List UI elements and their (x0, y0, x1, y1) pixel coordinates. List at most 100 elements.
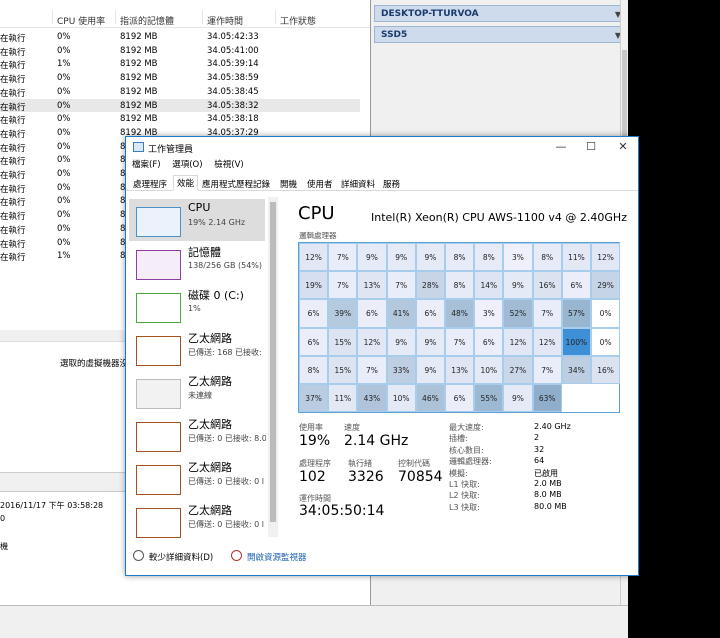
logical-processor-cell: 10% (474, 355, 504, 384)
logical-processor-cell: 33% (386, 355, 416, 384)
tab-details[interactable]: 詳細資料 (338, 177, 378, 191)
handles-value: 70854 (398, 469, 443, 485)
logical-processor-cell: 19% (299, 271, 329, 300)
menu-options[interactable]: 選項(O) (172, 160, 202, 170)
menu-file[interactable]: 檔案(F) (132, 160, 161, 170)
speed-label: 速度 (344, 423, 360, 432)
logical-processor-cell: 6% (357, 299, 387, 328)
info-value: 80.0 MB (534, 501, 567, 511)
logical-processor-cell: 55% (474, 384, 504, 413)
table-cell-cpu: 1% (57, 59, 71, 70)
logical-processor-cell: 16% (591, 355, 621, 384)
resource-subtext: 已傳送: 0 已接收: 8.0 (188, 434, 266, 443)
resource-item[interactable]: 乙太網路 未連線 (129, 371, 265, 413)
open-resource-monitor-link[interactable]: 開啟資源監視器 (247, 551, 307, 563)
table-cell-status: 在執行 (0, 225, 26, 236)
table-cell-cpu: 0% (57, 223, 71, 234)
usage-value: 19% (299, 433, 331, 449)
logical-processor-cell: 0% (591, 299, 621, 328)
logical-processor-cell: 63% (532, 384, 562, 413)
chevron-up-icon[interactable] (133, 550, 144, 561)
actions-vm-header[interactable]: SSD5 ▼ (374, 26, 627, 43)
table-row[interactable]: 在執行 0% 8192 MB 34.05:38:59 (0, 71, 360, 85)
logical-processor-cell: 12% (591, 243, 621, 272)
tab-users[interactable]: 使用者 (304, 177, 336, 191)
logical-processor-cell: 7% (532, 355, 562, 384)
table-row[interactable]: 在執行 0% 8192 MB 34.05:42:33 (0, 30, 360, 44)
info-label: L3 快取: (449, 502, 480, 512)
info-value: 2 (534, 433, 540, 443)
processes-label: 處理程序 (299, 459, 331, 468)
fewer-details-button[interactable]: 較少詳細資料(D) (149, 551, 213, 563)
processes-value: 102 (299, 469, 326, 485)
maximize-button[interactable]: ☐ (576, 137, 606, 157)
table-cell-mem: 8192 MB (120, 114, 158, 125)
column-cpu[interactable]: CPU 使用率 (57, 14, 105, 27)
tab-performance[interactable]: 效能 (173, 175, 199, 191)
resource-name: 乙太網路 (188, 504, 232, 517)
logical-processor-cell: 9% (386, 327, 416, 356)
resource-item[interactable]: 乙太網路已傳送: 0 已接收: 0 l (129, 500, 265, 542)
table-row[interactable]: 在執行 0% 8192 MB 34.05:38:32 (0, 98, 360, 113)
table-cell-cpu: 1% (57, 251, 71, 262)
column-uptime[interactable]: 運作時間 (207, 14, 243, 27)
table-cell-mem: 8192 MB (120, 100, 158, 111)
resource-item[interactable]: CPU 19% 2.14 GHz (129, 199, 265, 241)
table-row[interactable]: 在執行 0% 8192 MB 34.05:41:00 (0, 44, 360, 58)
table-cell-uptime: 34.05:38:45 (207, 86, 259, 97)
logical-processor-cell: 52% (503, 299, 533, 328)
resource-item[interactable]: 記憶體 138/256 GB (54%) (129, 242, 265, 284)
actions-host-header[interactable]: DESKTOP-TTURVOA ▼ (374, 5, 627, 22)
logical-processor-cell: 6% (299, 327, 329, 356)
table-cell-status: 在執行 (0, 184, 26, 195)
resource-item[interactable]: 乙太網路 已傳送: 0 已接收: 0 l (129, 457, 265, 499)
column-status[interactable]: 工作狀態 (280, 14, 316, 27)
resource-item[interactable]: 磁碟 0 (C:) 1% (129, 285, 265, 327)
resource-name: 乙太網路 (188, 332, 232, 345)
close-button[interactable]: ✕ (608, 137, 638, 157)
logical-processor-cell: 7% (532, 299, 562, 328)
tab-app-history[interactable]: 應用程式歷程記錄 (199, 177, 273, 191)
column-memory[interactable]: 指派的記憶體 (120, 14, 174, 27)
resource-subtext: 已傳送: 0 已接收: 0 l (188, 520, 264, 529)
table-cell-cpu: 0% (57, 32, 71, 42)
detail-value-2: 機 (0, 542, 8, 551)
table-cell-cpu: 0% (57, 141, 71, 152)
tab-processes[interactable]: 處理程序 (130, 177, 170, 191)
resource-graph-thumbnail (136, 465, 181, 495)
table-cell-status: 在執行 (0, 88, 26, 99)
title-bar[interactable]: 工作管理員 — ☐ ✕ (126, 137, 638, 157)
logical-processor-cell: 9% (357, 243, 387, 272)
menu-view[interactable]: 檢視(V) (214, 160, 243, 170)
logical-processor-cell: 13% (357, 271, 387, 300)
resource-graph-thumbnail (136, 336, 181, 366)
tab-startup[interactable]: 開機 (277, 177, 300, 191)
logical-processor-cell: 7% (357, 355, 387, 384)
table-cell-cpu: 0% (57, 86, 71, 97)
logical-processor-cell: 37% (299, 384, 329, 413)
table-cell-mem: 8192 MB (120, 45, 158, 56)
resource-graph-thumbnail (136, 250, 181, 280)
resource-subtext: 未連線 (188, 391, 212, 400)
table-cell-uptime: 34.05:41:00 (207, 45, 259, 56)
table-row[interactable]: 在執行 0% 8192 MB 34.05:38:18 (0, 112, 360, 126)
table-row[interactable]: 在執行 0% 8192 MB 34.05:38:45 (0, 85, 360, 99)
logical-processor-cell: 8% (474, 243, 504, 272)
resource-list-scrollbar[interactable] (268, 197, 278, 537)
logical-processor-cell: 13% (445, 355, 475, 384)
info-label: L2 快取: (449, 491, 480, 501)
logical-processor-cell: 12% (357, 327, 387, 356)
resource-item[interactable]: 乙太網路 已傳送: 168 已接收: (129, 328, 265, 370)
table-row[interactable]: 在執行 1% 8192 MB 34.05:39:14 (0, 57, 360, 71)
info-value: 32 (534, 444, 545, 454)
tab-services[interactable]: 服務 (380, 177, 403, 191)
logical-processor-cell: 12% (299, 243, 329, 272)
logical-processor-cell: 46% (415, 384, 445, 413)
logical-processor-cell: 3% (474, 299, 504, 328)
minimize-button[interactable]: — (546, 137, 576, 157)
logical-processor-cell: 27% (503, 355, 533, 384)
table-cell-status: 在執行 (0, 212, 26, 223)
table-cell-cpu: 0% (57, 196, 71, 207)
table-cell-status: 在執行 (0, 253, 26, 264)
resource-item[interactable]: 乙太網路 已傳送: 0 已接收: 8.0 (129, 414, 266, 456)
